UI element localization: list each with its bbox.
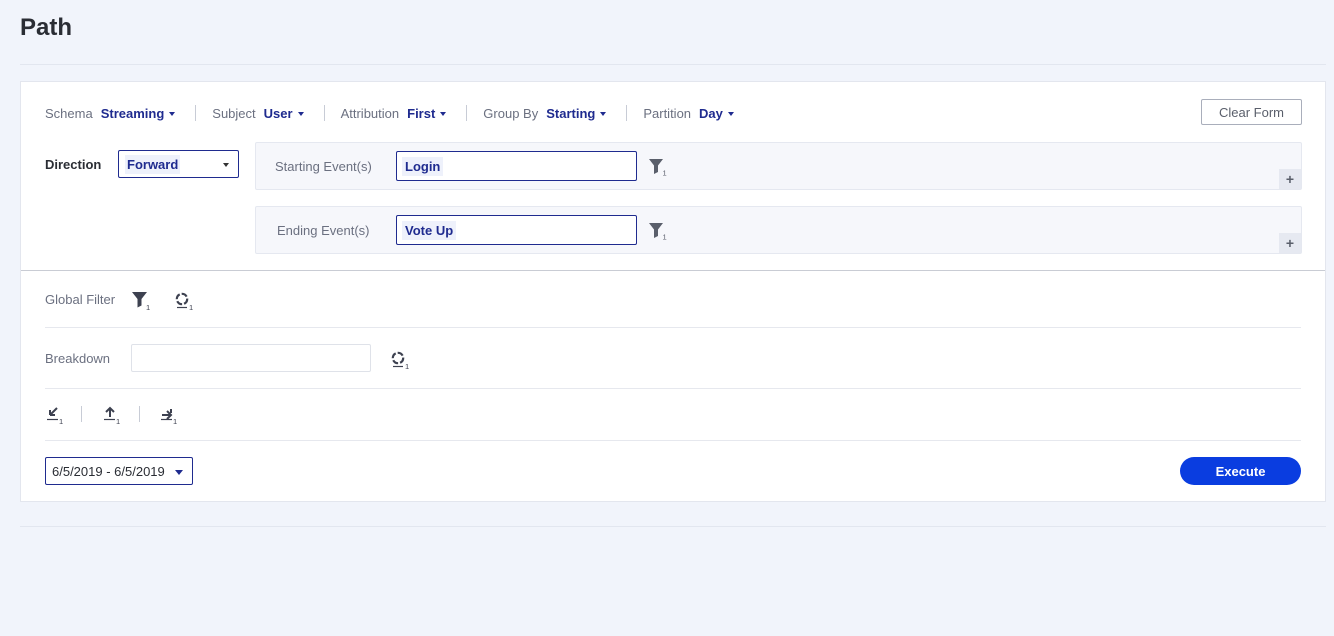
- export-icon[interactable]: 1: [159, 405, 181, 427]
- caret-down-icon: [175, 470, 183, 475]
- caret-down-icon: [440, 111, 447, 116]
- group-by-selector[interactable]: Group By Starting: [483, 105, 607, 121]
- partition-selector[interactable]: Partition Day: [643, 106, 734, 121]
- query-selectors: Schema Streaming Subject User Attributio…: [45, 104, 734, 122]
- upload-icon[interactable]: 1: [102, 405, 124, 427]
- separator: [626, 105, 628, 121]
- breakdown-label: Breakdown: [45, 351, 111, 366]
- add-starting-event-button[interactable]: +: [1279, 169, 1301, 189]
- global-filter-icon[interactable]: 1: [131, 290, 153, 312]
- page-title: Path: [20, 14, 73, 41]
- import-icon[interactable]: 1: [45, 405, 67, 427]
- separator: [139, 406, 140, 422]
- breakdown-input[interactable]: [131, 344, 371, 372]
- subject-label: Subject: [212, 105, 256, 121]
- separator: [466, 105, 468, 121]
- segment-count: 1: [405, 362, 409, 371]
- divider: [45, 327, 1301, 328]
- starting-event-chip[interactable]: Login: [402, 157, 444, 176]
- direction-label: Direction: [45, 157, 102, 172]
- attribution-selector[interactable]: Attribution First: [341, 106, 447, 121]
- filter-icon[interactable]: 1: [648, 157, 670, 177]
- filter-count: 1: [663, 169, 667, 178]
- divider: [45, 388, 1301, 389]
- filter-icon[interactable]: 1: [648, 221, 670, 241]
- date-range-value: 6/5/2019 - 6/5/2019: [52, 464, 165, 479]
- path-form-card: Schema Streaming Subject User Attributio…: [20, 81, 1326, 502]
- action-count: 1: [116, 417, 120, 426]
- caret-down-icon: [727, 111, 734, 116]
- title-divider: [20, 64, 1326, 65]
- filter-count: 1: [663, 233, 667, 242]
- caret-down-icon: [169, 111, 176, 116]
- group-by-label: Group By: [483, 105, 539, 121]
- direction-value: Forward: [125, 155, 181, 174]
- starting-event-panel: Starting Event(s) Login 1 +: [255, 142, 1302, 190]
- ending-event-input[interactable]: Vote Up: [396, 215, 637, 245]
- ending-event-label: Ending Event(s): [277, 223, 370, 238]
- group-by-value[interactable]: Starting: [546, 106, 595, 121]
- divider: [45, 440, 1301, 441]
- subject-selector[interactable]: Subject User: [212, 105, 304, 121]
- attribution-label: Attribution: [340, 105, 400, 121]
- execute-button[interactable]: Execute: [1180, 457, 1301, 485]
- add-ending-event-button[interactable]: +: [1279, 233, 1301, 253]
- attribution-value[interactable]: First: [407, 106, 435, 121]
- schema-selector[interactable]: Schema Streaming: [45, 105, 176, 121]
- separator: [323, 105, 325, 121]
- section-divider: [21, 270, 1325, 271]
- global-filter-label: Global Filter: [45, 292, 116, 307]
- segment-icon[interactable]: 1: [174, 290, 196, 312]
- bottom-divider: [20, 526, 1326, 527]
- ending-event-panel: Ending Event(s) Vote Up 1 +: [255, 206, 1302, 254]
- starting-event-input[interactable]: Login: [396, 151, 637, 181]
- action-count: 1: [173, 417, 177, 426]
- schema-value[interactable]: Streaming: [101, 106, 165, 121]
- caret-down-icon: [297, 111, 304, 116]
- separator: [81, 406, 82, 422]
- ending-event-chip[interactable]: Vote Up: [402, 221, 457, 240]
- date-range-select[interactable]: 6/5/2019 - 6/5/2019: [45, 457, 193, 485]
- clear-form-button[interactable]: Clear Form: [1201, 99, 1302, 125]
- partition-label: Partition: [643, 105, 692, 121]
- direction-select[interactable]: Forward: [118, 150, 239, 178]
- partition-value[interactable]: Day: [699, 106, 723, 121]
- segment-icon[interactable]: 1: [390, 349, 412, 371]
- subject-value[interactable]: User: [264, 106, 293, 121]
- segment-count: 1: [189, 303, 193, 312]
- schema-label: Schema: [45, 105, 93, 121]
- filter-count: 1: [146, 303, 150, 312]
- action-count: 1: [59, 417, 63, 426]
- caret-down-icon: [600, 111, 607, 116]
- starting-event-label: Starting Event(s): [275, 159, 372, 174]
- separator: [195, 105, 197, 121]
- caret-down-icon: [223, 163, 229, 167]
